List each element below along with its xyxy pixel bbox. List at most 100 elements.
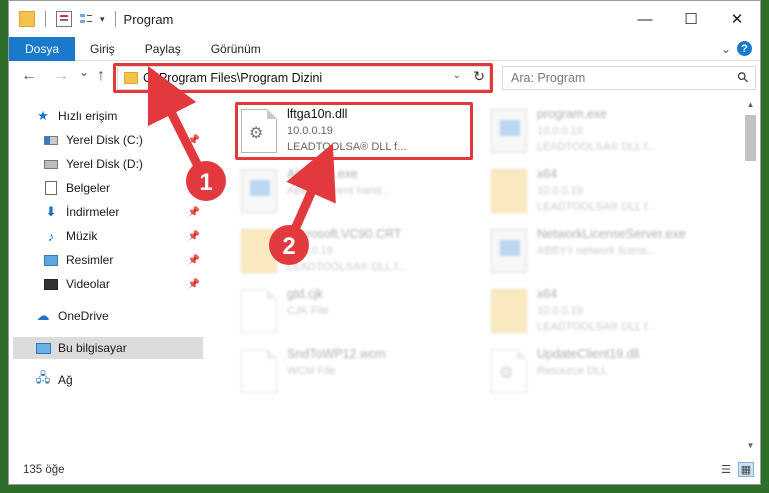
sidebar-item-documents[interactable]: Belgeler 📌 bbox=[43, 177, 204, 199]
chevron-down-icon[interactable]: ⌄ bbox=[721, 42, 731, 56]
pin-icon[interactable]: 📌 bbox=[188, 207, 200, 218]
file-name: SndToWP12.wcm bbox=[287, 347, 386, 361]
gear-icon: ⚙ bbox=[499, 365, 514, 382]
refresh-icon[interactable]: ↻ bbox=[473, 68, 485, 85]
details-view-icon[interactable]: ☰ bbox=[718, 462, 734, 477]
view-icon[interactable] bbox=[78, 11, 94, 27]
folder-item-microsoft-vc90-crt[interactable]: Microsoft.VC90.CRT 10.0.0.19 LEADTOOLSA®… bbox=[235, 223, 475, 279]
file-name: UpdateClient19.dll bbox=[537, 347, 640, 361]
help-icon[interactable]: ? bbox=[737, 41, 752, 56]
pin-icon[interactable]: 📌 bbox=[188, 255, 200, 266]
address-path[interactable]: C:\Program Files\Program Dizini bbox=[143, 71, 322, 85]
tiles-view-icon[interactable]: ▦ bbox=[738, 462, 754, 477]
file-icon bbox=[241, 289, 277, 333]
pin-icon[interactable]: 📌 bbox=[188, 183, 200, 194]
customize-dropdown-icon[interactable]: ▾ bbox=[100, 14, 105, 25]
file-icon bbox=[241, 349, 277, 393]
cloud-icon: ☁ bbox=[36, 308, 50, 323]
file-version: 10.0.0.19 bbox=[287, 245, 333, 257]
sidebar-item-music[interactable]: ♪ Müzik 📌 bbox=[43, 225, 204, 247]
sidebar-item-local-disk-c[interactable]: Yerel Disk (C:) 📌 bbox=[43, 129, 204, 151]
address-bar[interactable]: C:\Program Files\Program Dizini ⌄ ↻ bbox=[117, 66, 490, 90]
tab-paylas[interactable]: Paylaş bbox=[130, 37, 196, 61]
file-description: LEADTOOLSA® DLL f... bbox=[537, 321, 657, 333]
pin-icon[interactable]: 📌 bbox=[188, 231, 200, 242]
sidebar-item-pictures[interactable]: Resimler 📌 bbox=[43, 249, 204, 271]
picture-icon bbox=[44, 254, 58, 266]
sidebar-item-videos[interactable]: Videolar 📌 bbox=[43, 273, 204, 295]
folder-icon bbox=[491, 169, 527, 213]
file-item-gtd-cjk[interactable]: gtd.cjk CJK File bbox=[235, 283, 475, 339]
file-item-program-exe[interactable]: program.exe 10.0.0.19 LEADTOOLSA® DLL f.… bbox=[485, 103, 725, 159]
sidebar-item-label: Videolar bbox=[66, 277, 110, 291]
window-controls: — ☐ ✕ bbox=[622, 1, 760, 37]
file-name: gtd.cjk bbox=[287, 287, 324, 301]
vertical-scrollbar[interactable]: ▲ ▼ bbox=[743, 97, 758, 452]
file-description: LEADTOOLSA® DLL f... bbox=[537, 141, 657, 153]
sidebar-item-this-pc[interactable]: Bu bilgisayar bbox=[13, 337, 203, 359]
file-item-sndtowp12-wcm[interactable]: SndToWP12.wcm WCM File bbox=[235, 343, 475, 399]
tab-dosya[interactable]: Dosya bbox=[9, 36, 76, 61]
folder-icon bbox=[241, 229, 277, 273]
file-name: x64 bbox=[537, 167, 558, 181]
file-version: 10.0.0.19 bbox=[287, 125, 333, 137]
file-item-lftga10n-dll[interactable]: ⚙ lftga10n.dll 10.0.0.19 LEADTOOLSA® DLL… bbox=[235, 103, 475, 159]
sidebar-item-label: Hızlı erişim bbox=[58, 109, 118, 123]
folder-item-x64-2[interactable]: x64 10.0.0.19 LEADTOOLSA® DLL f... bbox=[485, 283, 725, 339]
pin-icon[interactable]: 📌 bbox=[188, 279, 200, 290]
back-arrow-icon[interactable]: ← bbox=[21, 67, 37, 85]
sidebar-item-local-disk-d[interactable]: Yerel Disk (D:) bbox=[43, 153, 204, 175]
sidebar-item-downloads[interactable]: ⬇ İndirmeler 📌 bbox=[43, 201, 204, 223]
file-item-updateclient19-dll[interactable]: ⚙ UpdateClient19.dll Resource DLL bbox=[485, 343, 725, 399]
ribbon-tabs: Dosya Giriş Paylaş Görünüm ⌄ ? bbox=[9, 36, 760, 61]
scroll-down-icon[interactable]: ▼ bbox=[743, 438, 758, 452]
file-version: 10.0.0.19 bbox=[537, 125, 583, 137]
search-input[interactable]: Ara: Program ⚲ bbox=[502, 66, 756, 90]
folder-item-x64[interactable]: x64 10.0.0.19 LEADTOOLSA® DLL f... bbox=[485, 163, 725, 219]
properties-icon[interactable] bbox=[56, 11, 72, 27]
file-description: ABBYY event hand... bbox=[287, 185, 391, 197]
sidebar-item-onedrive[interactable]: ☁ OneDrive bbox=[35, 305, 230, 327]
up-arrow-icon[interactable]: ↑ bbox=[97, 67, 105, 85]
tab-gorunum[interactable]: Görünüm bbox=[196, 37, 276, 61]
forward-arrow-icon[interactable]: → bbox=[53, 67, 69, 85]
sidebar-item-quick-access[interactable]: ★ Hızlı erişim bbox=[35, 105, 230, 127]
tab-giris[interactable]: Giriş bbox=[75, 37, 130, 61]
star-icon: ★ bbox=[37, 108, 49, 123]
separator bbox=[45, 11, 46, 27]
file-item-abbyyui-exe[interactable]: AbbyyUI.exe ABBYY event hand... bbox=[235, 163, 475, 219]
video-icon bbox=[44, 278, 58, 290]
sidebar-item-label: Yerel Disk (D:) bbox=[66, 157, 143, 171]
dll-file-icon: ⚙ bbox=[241, 109, 277, 153]
chevron-down-icon[interactable]: ⌄ bbox=[453, 70, 461, 81]
network-icon: 🖧 bbox=[35, 370, 51, 385]
sidebar-item-label: Müzik bbox=[66, 229, 98, 243]
folder-icon bbox=[19, 11, 35, 27]
file-item-networklicenseserver-exe[interactable]: NetworkLicenseServer.exe ABBYY network l… bbox=[485, 223, 725, 279]
file-list: ⚙ lftga10n.dll 10.0.0.19 LEADTOOLSA® DLL… bbox=[227, 101, 739, 456]
document-icon bbox=[45, 181, 57, 195]
pin-icon[interactable]: 📌 bbox=[188, 135, 200, 146]
scrollbar-thumb[interactable] bbox=[745, 115, 756, 161]
close-button[interactable]: ✕ bbox=[714, 1, 760, 37]
sidebar-item-label: Ağ bbox=[58, 373, 73, 387]
navigation-pane: ★ Hızlı erişim Yerel Disk (C:) 📌 Yerel D… bbox=[9, 101, 207, 456]
folder-icon bbox=[124, 72, 138, 84]
recent-locations-icon[interactable]: ⌄ bbox=[79, 65, 89, 79]
quick-access-toolbar: ▾ bbox=[9, 11, 120, 27]
file-name: AbbyyUI.exe bbox=[287, 167, 358, 181]
sidebar-item-label: Belgeler bbox=[66, 181, 111, 195]
download-icon: ⬇ bbox=[45, 204, 57, 219]
computer-icon bbox=[35, 342, 51, 354]
file-type: CJK File bbox=[287, 305, 329, 317]
file-type: WCM File bbox=[287, 365, 336, 377]
scroll-up-icon[interactable]: ▲ bbox=[743, 97, 758, 111]
sidebar-item-label: OneDrive bbox=[58, 309, 109, 323]
exe-file-icon bbox=[491, 229, 527, 273]
search-icon[interactable]: ⚲ bbox=[733, 68, 752, 87]
ribbon-right: ⌄ ? bbox=[721, 41, 760, 56]
maximize-button[interactable]: ☐ bbox=[668, 1, 714, 37]
sidebar-item-network[interactable]: 🖧 Ağ bbox=[35, 369, 230, 391]
drive-icon bbox=[44, 159, 58, 169]
minimize-button[interactable]: — bbox=[622, 1, 668, 37]
